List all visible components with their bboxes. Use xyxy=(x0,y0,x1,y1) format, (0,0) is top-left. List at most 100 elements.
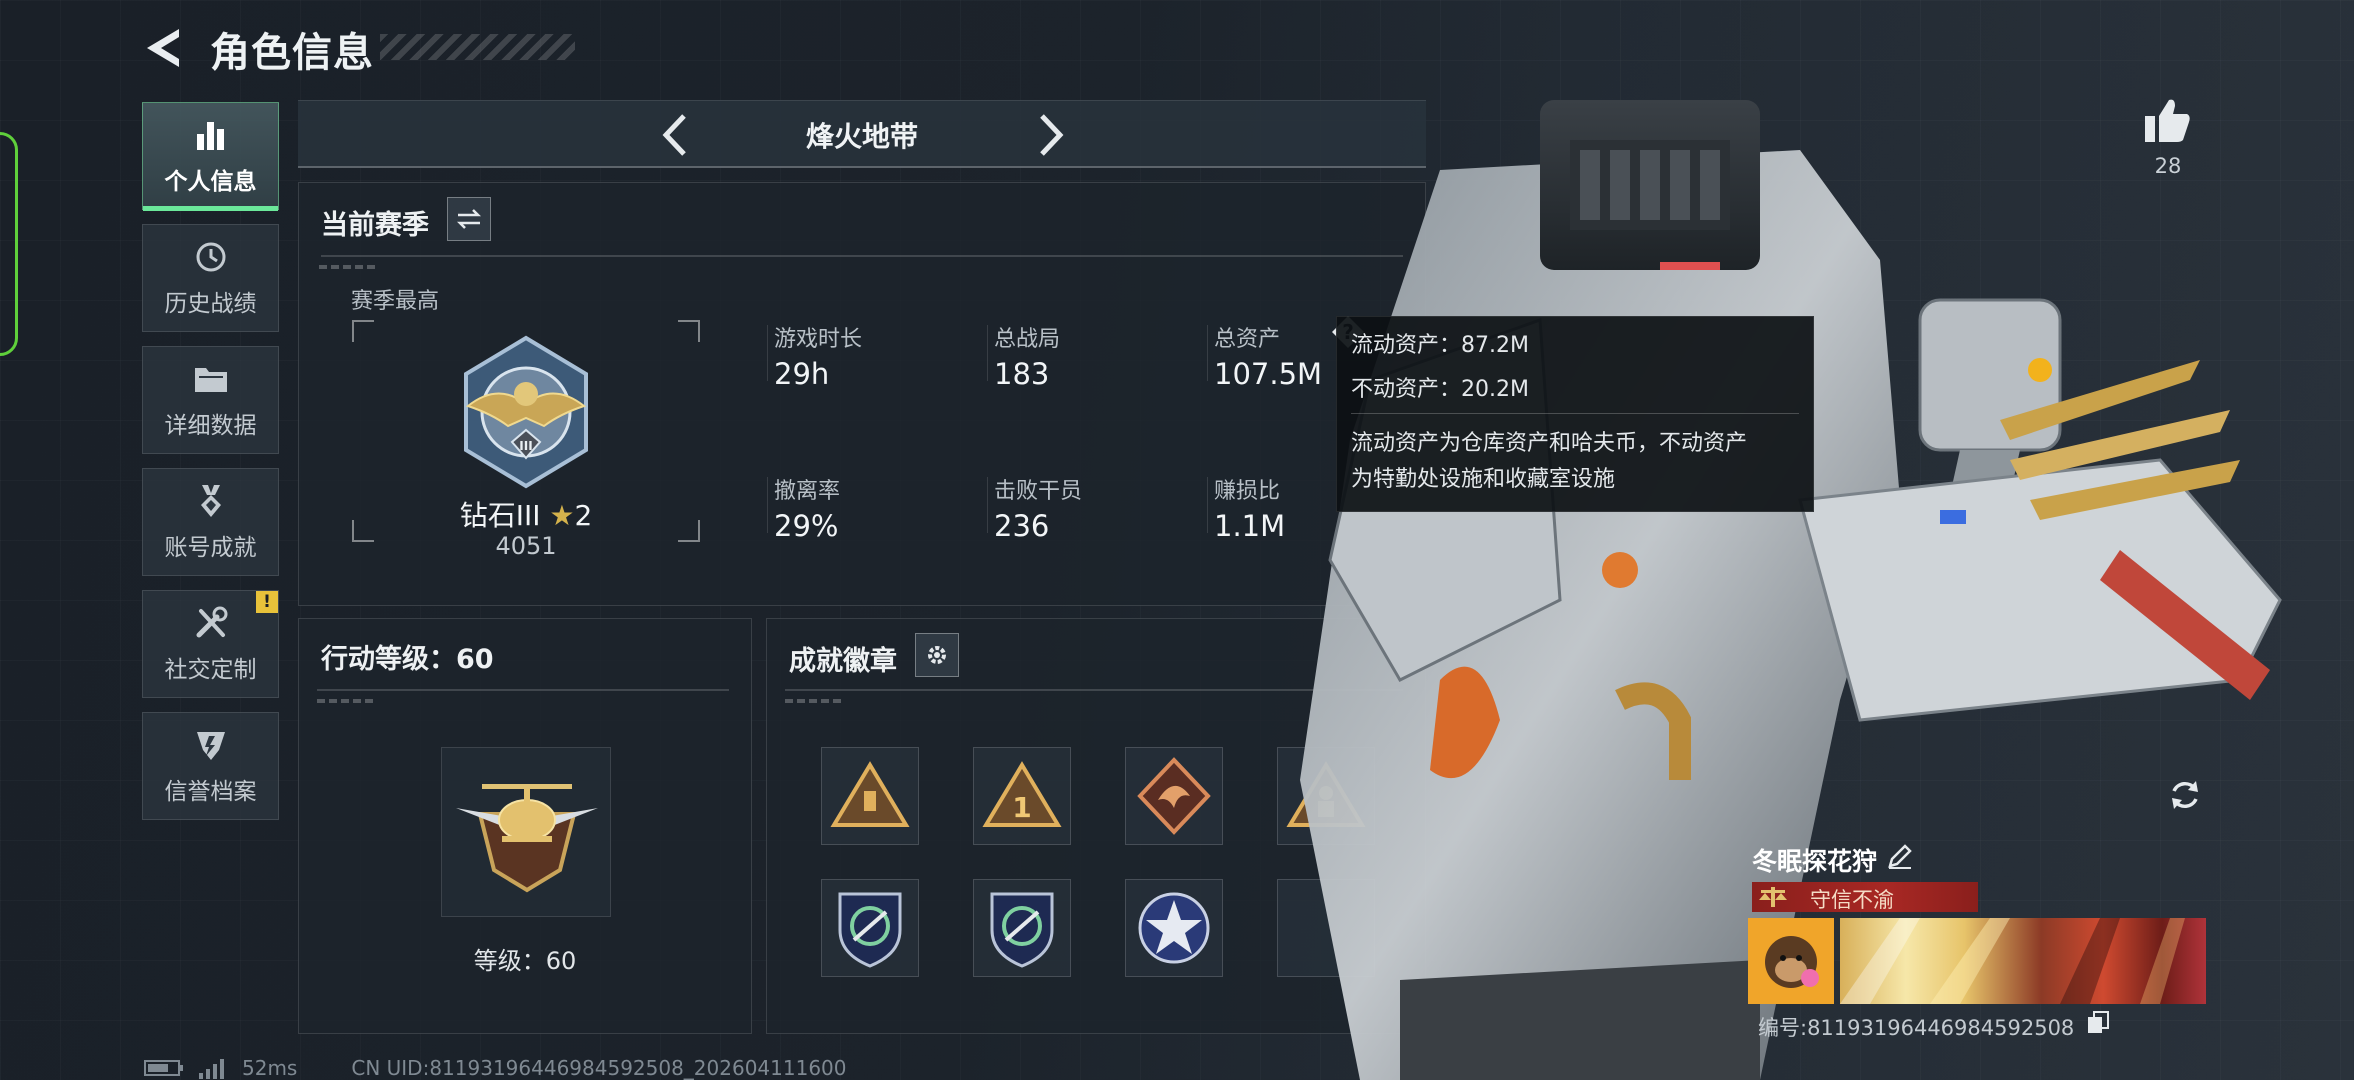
sidebar-item-credit-record[interactable]: 信誉档案 xyxy=(142,712,279,820)
frame-corner xyxy=(352,320,374,342)
rank-points: 4051 xyxy=(495,532,557,560)
stat-value-operators-killed: 236 xyxy=(994,509,1050,543)
shield-badge-icon xyxy=(838,892,902,968)
achievement-badge-slot[interactable] xyxy=(973,879,1071,977)
title-decoration xyxy=(380,34,575,60)
star-seal-badge-icon xyxy=(1138,892,1210,964)
stat-label-extract-rate: 撤离率 xyxy=(774,479,841,504)
sidebar-item-label: 个人信息 xyxy=(164,169,257,195)
player-avatar[interactable] xyxy=(1748,918,1834,1004)
sidebar-item-social-custom[interactable]: 社交定制 ! xyxy=(142,590,279,698)
thumbs-up-icon xyxy=(2145,99,2190,142)
sidebar-item-history[interactable]: 历史战绩 xyxy=(142,224,279,332)
decoration-stripe xyxy=(317,699,377,703)
player-name: 冬眠探花狩 xyxy=(1752,847,1878,876)
achievement-badge-slot[interactable] xyxy=(821,747,919,845)
fixed-assets-text: 不动资产：20.2M xyxy=(1351,377,1529,402)
ping-text: 52ms xyxy=(242,1056,298,1080)
dragon-badge-icon xyxy=(1137,757,1211,835)
credit-shield-icon xyxy=(192,726,230,764)
stat-divider xyxy=(767,477,768,533)
triangle-badge-icon xyxy=(830,761,910,827)
stat-divider xyxy=(987,477,988,533)
stat-divider xyxy=(987,325,988,381)
stat-label-operators-killed: 击败干员 xyxy=(994,479,1083,504)
banner-art-icon xyxy=(1840,918,2185,1004)
achievement-badge-slot[interactable] xyxy=(821,879,919,977)
achievement-badge-slot[interactable] xyxy=(1125,747,1223,845)
assets-tooltip: 流动资产：87.2M 不动资产：20.2M 流动资产为仓库资产和哈夫币，不动资产… xyxy=(1336,316,1814,512)
stat-label-playtime: 游戏时长 xyxy=(774,327,863,352)
sidebar-item-personal-info[interactable]: 个人信息 xyxy=(142,102,279,211)
tooltip-description-line1: 流动资产为仓库资产和哈夫币，不动资产 xyxy=(1351,431,1748,456)
sidebar-item-label: 详细数据 xyxy=(164,413,257,439)
action-level-panel: 行动等级：60 等级：60 xyxy=(298,618,752,1034)
sidebar-item-label: 信誉档案 xyxy=(164,779,257,805)
copy-icon xyxy=(2088,1011,2109,1033)
heading-divider xyxy=(317,689,729,691)
folder-icon xyxy=(192,360,230,398)
battery-icon xyxy=(144,1060,183,1076)
uid-text: CN UID:81193196446984592508_202604111600 xyxy=(351,1056,847,1080)
back-button[interactable] xyxy=(140,22,188,74)
stat-divider xyxy=(767,325,768,381)
pencil-icon xyxy=(1888,844,1912,869)
triangle-number-one-badge-icon: 1 xyxy=(982,761,1062,827)
frame-corner xyxy=(678,320,700,342)
rank-name-row: 钻石III ★2 xyxy=(352,494,700,534)
player-banner[interactable] xyxy=(1840,918,2206,1004)
page-title: 角色信息 xyxy=(210,30,374,76)
tooltip-description-line2: 为特勤处设施和收藏室设施 xyxy=(1351,467,1616,492)
rank-display: III 钻石III ★2 4051 xyxy=(352,320,700,560)
like-count: 28 xyxy=(2154,154,2182,178)
scales-emblem-icon xyxy=(1759,887,1787,907)
sidebar-item-detailed-data[interactable]: 详细数据 xyxy=(142,346,279,454)
rank-name: 钻石III xyxy=(459,499,541,532)
stat-value-total-matches: 183 xyxy=(994,357,1050,391)
copy-id-button[interactable] xyxy=(2086,1010,2110,1034)
svg-text:1: 1 xyxy=(1012,791,1031,824)
history-clock-icon xyxy=(192,238,230,276)
liquid-assets-text: 流动资产：87.2M xyxy=(1351,333,1529,358)
season-switch-button[interactable] xyxy=(447,197,491,241)
bar-chart-icon xyxy=(192,116,230,154)
decoration-stripe xyxy=(785,699,845,703)
swap-arrows-icon xyxy=(456,209,482,229)
tooltip-divider xyxy=(1351,413,1799,414)
decoration-stripe xyxy=(319,265,379,269)
edit-name-button[interactable] xyxy=(1886,842,1916,872)
stat-value-extract-rate: 29% xyxy=(774,509,839,543)
mode-next-button[interactable] xyxy=(1026,109,1076,161)
like-button[interactable]: 28 xyxy=(2132,96,2204,178)
player-title-text: 守信不渝 xyxy=(1810,888,1894,912)
edge-drawer-tab[interactable] xyxy=(0,132,18,356)
achievement-badge-slot[interactable] xyxy=(1125,879,1223,977)
stat-divider xyxy=(1207,477,1208,533)
back-arrow-icon xyxy=(147,29,179,67)
gear-icon xyxy=(928,646,946,664)
player-id: 编号:81193196446984592508 xyxy=(1758,1016,2075,1040)
achievement-settings-button[interactable] xyxy=(915,633,959,677)
refresh-icon xyxy=(2172,781,2198,809)
notification-badge: ! xyxy=(256,591,278,613)
shield-badge-icon xyxy=(990,892,1054,968)
achievement-badge-slot[interactable]: 1 xyxy=(973,747,1071,845)
chevron-right-icon xyxy=(1040,114,1064,156)
stat-divider xyxy=(1207,325,1208,381)
action-level-heading: 行动等级：60 xyxy=(321,644,494,675)
stat-value-playtime: 29h xyxy=(774,357,830,391)
achievements-heading: 成就徽章 xyxy=(789,646,897,677)
wrench-screwdriver-icon xyxy=(192,604,230,642)
star-icon: ★ xyxy=(549,499,575,532)
rotate-view-button[interactable] xyxy=(2162,772,2208,818)
season-best-label: 赛季最高 xyxy=(351,289,440,314)
helicopter-level-emblem-icon xyxy=(441,747,611,917)
sidebar-item-label: 历史战绩 xyxy=(164,291,257,317)
sidebar-item-achievements[interactable]: 账号成就 xyxy=(142,468,279,576)
achievement-medal-icon xyxy=(192,482,230,520)
svg-text:III: III xyxy=(519,439,532,453)
rank-stars: 2 xyxy=(574,499,593,532)
level-text: 等级：60 xyxy=(473,947,577,975)
ape-avatar-icon xyxy=(1748,918,1834,1004)
sidebar-item-label: 社交定制 xyxy=(164,657,257,683)
